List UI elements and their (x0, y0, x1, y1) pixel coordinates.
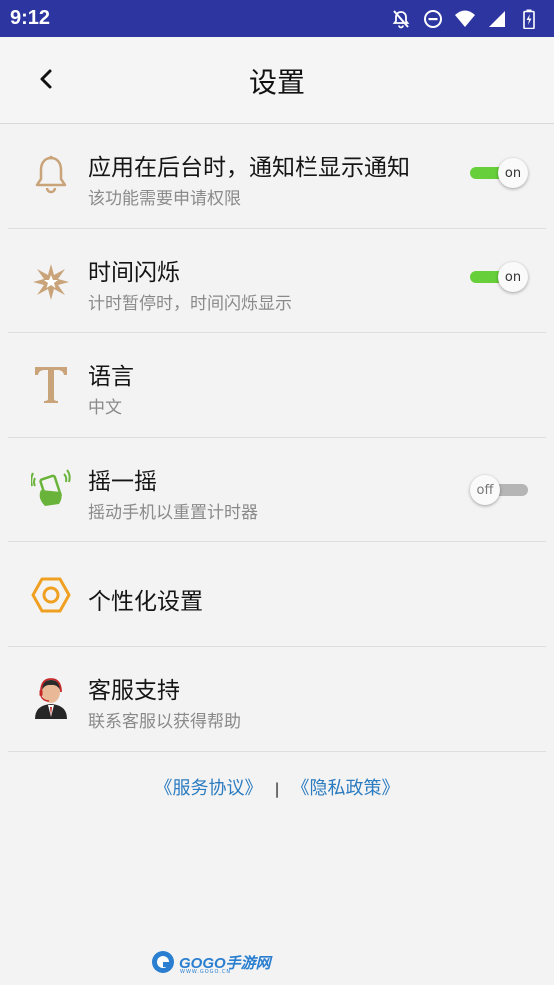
wifi-icon (454, 8, 476, 30)
status-time: 9:12 (10, 7, 51, 29)
watermark-subtext: WWW.GOGO.CN (180, 969, 232, 975)
app-header: 设置 (0, 37, 554, 124)
privacy-policy-link[interactable]: 《隐私政策》 (292, 778, 400, 799)
toggle-knob: on (498, 262, 528, 292)
notifications-off-icon (390, 8, 412, 30)
gogo-logo-icon (152, 951, 174, 973)
setting-title: 应用在后台时，通知栏显示通知 (88, 155, 410, 181)
setting-background-notification[interactable]: 应用在后台时，通知栏显示通知 该功能需要申请权限 on (8, 124, 546, 229)
setting-title: 客服支持 (88, 678, 180, 704)
status-icons (390, 8, 540, 30)
setting-subtitle: 摇动手机以重置计时器 (88, 503, 258, 523)
status-bar: 9:12 (0, 0, 554, 37)
setting-title: 时间闪烁 (88, 260, 180, 286)
link-separator: | (274, 780, 280, 798)
background-notification-toggle[interactable]: on (470, 158, 528, 188)
toggle-knob: off (470, 475, 500, 505)
toggle-knob: on (498, 158, 528, 188)
setting-shake[interactable]: 摇一摇 摇动手机以重置计时器 off (8, 438, 546, 542)
setting-subtitle: 中文 (88, 398, 122, 418)
shake-toggle[interactable]: off (470, 475, 528, 505)
watermark-logo: GOGO手游网 WWW.GOGO.CN (150, 948, 271, 976)
setting-subtitle: 计时暂停时，时间闪烁显示 (88, 294, 292, 314)
setting-language[interactable]: 语言 中文 (8, 333, 546, 438)
setting-subtitle: 该功能需要申请权限 (88, 189, 241, 209)
setting-subtitle: 联系客服以获得帮助 (88, 712, 241, 732)
flash-star-icon (30, 261, 72, 303)
bell-icon (30, 154, 72, 196)
setting-title: 个性化设置 (88, 589, 203, 615)
shake-phone-icon (30, 468, 72, 510)
text-t-icon (30, 363, 72, 405)
setting-title: 摇一摇 (88, 469, 157, 495)
page-title: 设置 (248, 66, 305, 99)
time-flash-toggle[interactable]: on (470, 262, 528, 292)
hexagon-nut-icon (30, 574, 72, 616)
footer-links: 《服务协议》 | 《隐私政策》 (0, 774, 554, 800)
setting-customer-support[interactable]: 客服支持 联系客服以获得帮助 (8, 647, 546, 752)
signal-icon (486, 8, 508, 30)
battery-icon (518, 8, 540, 30)
setting-time-flash[interactable]: 时间闪烁 计时暂停时，时间闪烁显示 on (8, 229, 546, 333)
do-not-disturb-icon (422, 8, 444, 30)
setting-personalization[interactable]: 个性化设置 (8, 542, 546, 647)
setting-title: 语言 (88, 364, 134, 390)
support-agent-icon (30, 677, 72, 719)
terms-of-service-link[interactable]: 《服务协议》 (154, 778, 262, 799)
